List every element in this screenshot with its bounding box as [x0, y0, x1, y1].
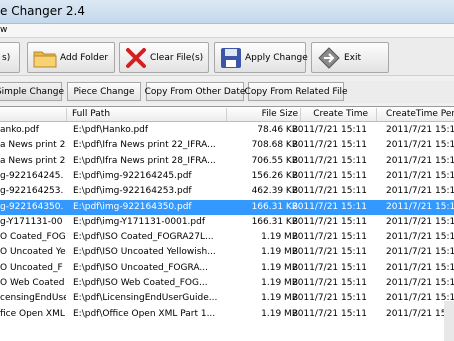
create-time-cell: 2011/7/21 15:11:40: [292, 201, 368, 212]
create-time-cell: 2011/7/21 15:11:39: [292, 232, 368, 243]
create-time-cell: 2011/7/21 15:11:43: [292, 125, 368, 135]
file-size-cell: 1.19 MB: [261, 262, 298, 273]
file-size-cell: 462.39 KB: [251, 186, 298, 197]
table-row[interactable]: censingEndUse E:\pdf\LicensingEndUserGuid…: [0, 291, 454, 306]
table-row[interactable]: fice Open XML E:\pdf\Office Open XML Part…: [0, 307, 454, 322]
column-full-path[interactable]: Full Path: [72, 109, 110, 119]
create-time-cell: 2011/7/21 15:11:39: [292, 262, 368, 273]
file-name-cell: O Uncoated_F: [0, 262, 63, 273]
create-time-cell: 2011/7/21 15:11:40: [292, 216, 368, 227]
clear-files-button[interactable]: Clear File(s): [119, 42, 209, 73]
file-size-cell: 706.55 KB: [251, 155, 298, 166]
create-time-pervious-cell: 2011/7/21 15:11: [386, 278, 454, 288]
table-row[interactable]: O Coated_FOG E:\pdf\ISO Coated_FOGRA27L..…: [0, 230, 454, 245]
create-time-cell: 2011/7/21 15:11:43: [292, 170, 368, 181]
column-header-row: Full Path File Size Create Time CreateTi…: [0, 107, 454, 122]
add-files-button[interactable]: s): [0, 42, 20, 73]
column-separator: [376, 108, 377, 121]
column-create-time[interactable]: Create Time: [304, 109, 368, 119]
menu-bar: w: [0, 24, 454, 38]
add-folder-button[interactable]: Add Folder: [27, 42, 115, 73]
column-separator: [226, 108, 227, 121]
file-name-cell: O Coated_FOG: [0, 232, 66, 243]
create-time-pervious-cell: 2011/7/21 15:11: [386, 232, 454, 243]
file-size-cell: 1.19 MB: [261, 308, 298, 319]
create-time-pervious-cell: 2011/7/21 15:11: [386, 155, 454, 166]
create-time-pervious-cell: 2011/7/21 15:11: [386, 170, 454, 181]
file-size-cell: 156.26 KB: [251, 170, 298, 181]
file-size-cell: 1.19 MB: [261, 293, 298, 304]
file-size-cell: 166.31 KB: [251, 216, 298, 227]
create-time-pervious-cell: 2011/7/21 15:11: [386, 201, 454, 212]
table-row[interactable]: anko.pdf E:\pdf\Hanko.pdf 78.46 KB 2011/7/2…: [0, 123, 454, 138]
create-time-cell: 2011/7/21 15:11:39: [292, 247, 368, 258]
file-name-cell: a News print 22: [0, 140, 66, 151]
title-bar: e Changer 2.4: [0, 0, 454, 24]
table-row[interactable]: a News print 28 E:\pdf\Ifra News print 28…: [0, 154, 454, 169]
table-row[interactable]: g-922164253. E:\pdf\img-922164253.pdf 462.…: [0, 184, 454, 199]
column-separator: [66, 108, 67, 121]
file-name-cell: g-922164350.: [0, 201, 64, 212]
create-time-pervious-cell: 2011/7/21 15:11: [386, 247, 454, 258]
folder-icon: [33, 46, 57, 70]
file-size-cell: 1.19 MB: [261, 232, 298, 243]
clear-files-label: Clear File(s): [150, 52, 204, 63]
file-name-cell: anko.pdf: [0, 125, 39, 135]
file-list[interactable]: Full Path File Size Create Time CreateTi…: [0, 106, 454, 341]
create-time-cell: 2011/7/21 15:11:43: [292, 140, 368, 151]
file-name-cell: g-922164245.: [0, 170, 64, 181]
file-size-cell: 166.31 KB: [251, 201, 298, 212]
create-time-pervious-cell: 2011/7/21 15:11: [386, 140, 454, 151]
create-time-pervious-cell: 2011/7/21 15:11: [386, 125, 454, 135]
file-name-cell: g-Y171131-00: [0, 216, 63, 227]
file-name-cell: O Web Coated: [0, 278, 65, 288]
toolbar: s) Add Folder Clear File(s) Apply Change: [0, 38, 454, 76]
column-create-time-pervious[interactable]: CreateTime Pervi: [386, 109, 454, 119]
clear-x-icon: [125, 46, 147, 70]
vertical-scrollbar[interactable]: [444, 301, 454, 341]
table-row[interactable]: O Web Coated E:\pdf\ISO Web Coated_FOG...…: [0, 276, 454, 291]
file-name-cell: censingEndUse: [0, 293, 66, 304]
add-folder-label: Add Folder: [60, 52, 109, 63]
add-files-label: s): [2, 52, 11, 63]
tab-copy-other-date[interactable]: Copy From Other Date: [145, 82, 245, 101]
file-name-cell: g-922164253.: [0, 186, 64, 197]
create-time-pervious-cell: 2011/7/21 15:11: [386, 262, 454, 273]
create-time-cell: 2011/7/21 15:11:39: [292, 293, 368, 304]
exit-button[interactable]: Exit: [311, 42, 389, 73]
table-row[interactable]: g-922164350. E:\pdf\img-922164350.pdf 166.…: [0, 199, 454, 215]
table-row[interactable]: g-Y171131-00 E:\pdf\img-Y171131-0001.pdf 1…: [0, 215, 454, 230]
menu-item-partial[interactable]: w: [0, 25, 7, 35]
exit-arrow-icon: [317, 46, 341, 70]
file-size-cell: 708.68 KB: [251, 140, 298, 151]
mode-tabs: Simple Change Piece Change Copy From Oth…: [0, 81, 454, 103]
tab-copy-related-file[interactable]: Copy From Related File: [245, 82, 347, 101]
exit-label: Exit: [344, 52, 362, 63]
apply-change-button[interactable]: Apply Change: [214, 42, 308, 73]
create-time-cell: 2011/7/21 15:11:40: [292, 186, 368, 197]
table-row[interactable]: O Uncoated_F E:\pdf\ISO Uncoated_FOGRA...…: [0, 261, 454, 276]
table-row[interactable]: a News print 22 E:\pdf\Ifra News print 22…: [0, 138, 454, 153]
file-name-cell: O Uncoated Ye: [0, 247, 66, 258]
table-row[interactable]: O Uncoated Ye E:\pdf\ISO Uncoated Yellowi…: [0, 245, 454, 260]
save-disk-icon: [220, 46, 242, 70]
table-row[interactable]: g-922164245. E:\pdf\img-922164245.pdf 156.…: [0, 169, 454, 184]
create-time-cell: 2011/7/21 15:11:43: [292, 155, 368, 166]
apply-change-label: Apply Change: [245, 52, 308, 63]
column-file-size[interactable]: File Size: [230, 109, 298, 119]
create-time-cell: 2011/7/21 15:11:39: [292, 278, 368, 288]
tab-piece-change[interactable]: Piece Change: [67, 82, 141, 101]
file-size-cell: 1.19 MB: [261, 247, 298, 258]
create-time-pervious-cell: 2011/7/21 15:11: [386, 216, 454, 227]
file-name-cell: a News print 28: [0, 155, 66, 166]
create-time-pervious-cell: 2011/7/21 15:11: [386, 186, 454, 197]
file-size-cell: 78.46 KB: [257, 125, 298, 135]
tab-simple-change[interactable]: Simple Change: [0, 82, 64, 101]
create-time-cell: 2011/7/21 15:11:39: [292, 308, 368, 319]
window-title: e Changer 2.4: [0, 4, 85, 18]
file-size-cell: 1.19 MB: [261, 278, 298, 288]
column-separator: [300, 108, 301, 121]
file-name-cell: fice Open XML: [0, 308, 65, 319]
